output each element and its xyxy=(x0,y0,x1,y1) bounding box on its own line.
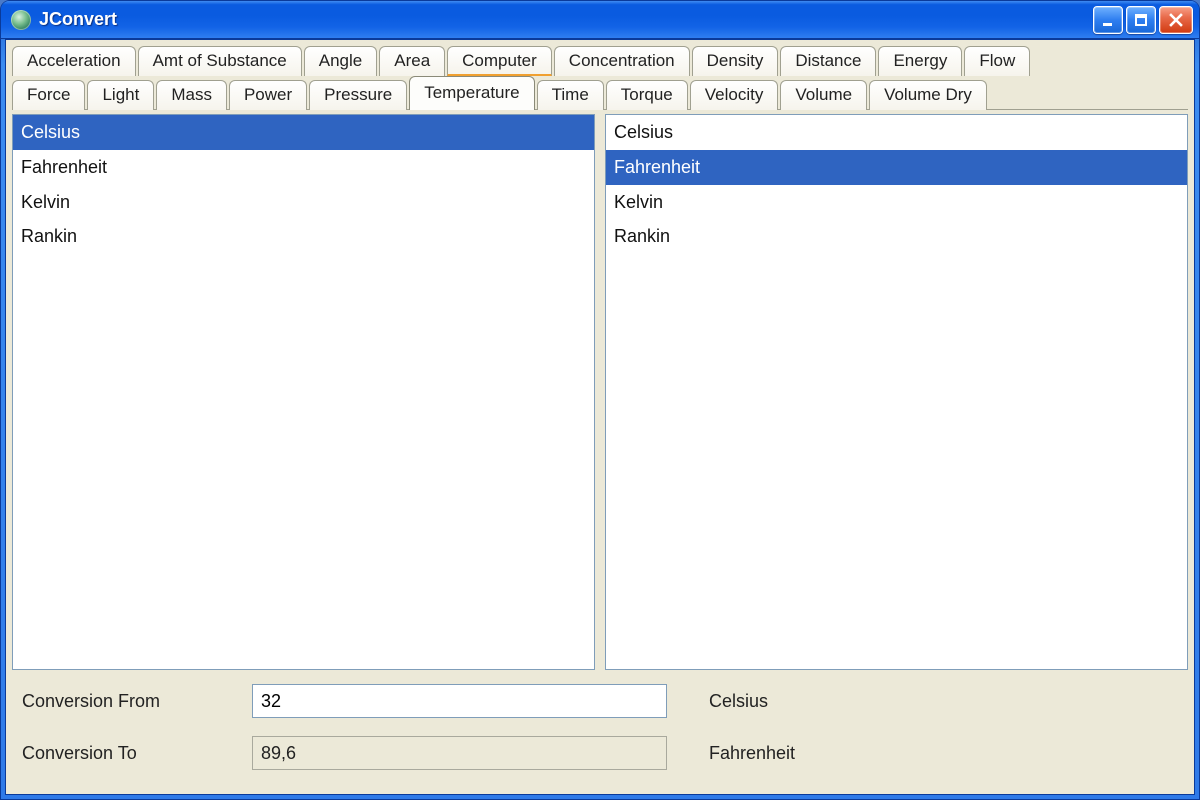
titlebar[interactable]: JConvert xyxy=(1,1,1199,39)
minimize-icon xyxy=(1101,13,1115,27)
tab-distance[interactable]: Distance xyxy=(780,46,876,76)
window-buttons xyxy=(1093,6,1193,34)
tab-pressure[interactable]: Pressure xyxy=(309,80,407,110)
list-item[interactable]: Celsius xyxy=(606,115,1187,150)
tab-temperature[interactable]: Temperature xyxy=(409,76,534,110)
tab-force[interactable]: Force xyxy=(12,80,85,110)
conversion-to-unit: Fahrenheit xyxy=(681,743,1178,764)
tab-concentration[interactable]: Concentration xyxy=(554,46,690,76)
list-item[interactable]: Celsius xyxy=(13,115,594,150)
tab-light[interactable]: Light xyxy=(87,80,154,110)
conversion-from-label: Conversion From xyxy=(22,691,238,712)
conversion-to-output: 89,6 xyxy=(252,736,667,770)
tab-row-1: AccelerationAmt of SubstanceAngleAreaCom… xyxy=(12,46,1188,76)
jconvert-icon xyxy=(11,10,31,30)
tab-volume-dry[interactable]: Volume Dry xyxy=(869,80,987,110)
tab-energy[interactable]: Energy xyxy=(878,46,962,76)
minimize-button[interactable] xyxy=(1093,6,1123,34)
tab-area[interactable]: Area xyxy=(379,46,445,76)
tab-volume[interactable]: Volume xyxy=(780,80,867,110)
list-item[interactable]: Rankin xyxy=(13,219,594,254)
list-item[interactable]: Kelvin xyxy=(13,185,594,220)
tab-velocity[interactable]: Velocity xyxy=(690,80,779,110)
unit-lists: CelsiusFahrenheitKelvinRankin CelsiusFah… xyxy=(12,114,1188,670)
list-item[interactable]: Rankin xyxy=(606,219,1187,254)
app-window: JConvert AccelerationAmt of SubstanceAng… xyxy=(0,0,1200,800)
list-item[interactable]: Fahrenheit xyxy=(606,150,1187,185)
from-unit-list[interactable]: CelsiusFahrenheitKelvinRankin xyxy=(12,114,595,670)
maximize-button[interactable] xyxy=(1126,6,1156,34)
tab-density[interactable]: Density xyxy=(692,46,779,76)
list-item[interactable]: Kelvin xyxy=(606,185,1187,220)
client-area: AccelerationAmt of SubstanceAngleAreaCom… xyxy=(5,39,1195,795)
conversion-from-unit: Celsius xyxy=(681,691,1178,712)
tab-mass[interactable]: Mass xyxy=(156,80,227,110)
tabs: AccelerationAmt of SubstanceAngleAreaCom… xyxy=(12,46,1188,110)
tab-acceleration[interactable]: Acceleration xyxy=(12,46,136,76)
tab-time[interactable]: Time xyxy=(537,80,604,110)
conversion-from-input[interactable] xyxy=(252,684,667,718)
maximize-icon xyxy=(1134,13,1148,27)
tab-amt-of-substance[interactable]: Amt of Substance xyxy=(138,46,302,76)
tab-row-2: ForceLightMassPowerPressureTemperatureTi… xyxy=(12,76,1188,110)
window-title: JConvert xyxy=(39,9,117,30)
tab-torque[interactable]: Torque xyxy=(606,80,688,110)
to-unit-list[interactable]: CelsiusFahrenheitKelvinRankin xyxy=(605,114,1188,670)
list-item[interactable]: Fahrenheit xyxy=(13,150,594,185)
tab-flow[interactable]: Flow xyxy=(964,46,1030,76)
tab-computer[interactable]: Computer xyxy=(447,46,552,76)
close-button[interactable] xyxy=(1159,6,1193,34)
conversion-panel: Conversion From Celsius Conversion To 89… xyxy=(12,670,1188,788)
close-icon xyxy=(1168,12,1184,28)
tab-angle[interactable]: Angle xyxy=(304,46,377,76)
conversion-to-label: Conversion To xyxy=(22,743,238,764)
tab-power[interactable]: Power xyxy=(229,80,307,110)
